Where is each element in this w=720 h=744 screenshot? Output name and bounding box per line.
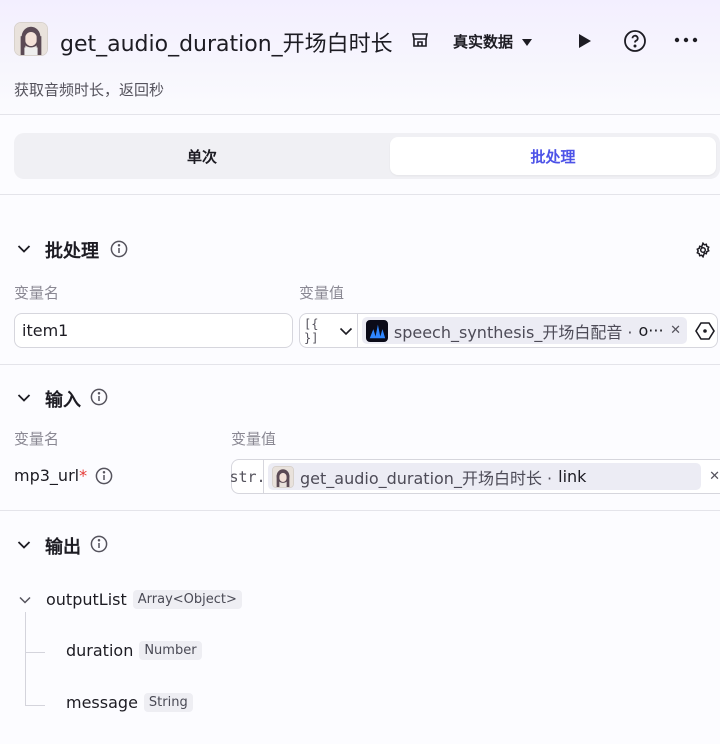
remove-reference-icon[interactable]: ✕ [670,323,681,338]
batch-item-name-input[interactable]: item1 [14,313,293,348]
info-icon[interactable] [110,240,128,258]
input-col-value-label: 变量值 [231,430,277,448]
output-field-name: message [66,693,138,712]
tree-connector [25,705,45,706]
variable-picker-icon[interactable] [693,319,717,343]
input-section-title: 输入 [45,390,81,411]
input-col-name-label: 变量名 [14,430,60,448]
node-avatar [272,465,294,488]
mp3-url-value-field[interactable]: str. get_audio_duration_开场白时长 · link ✕ [229,459,720,494]
collapse-chevron-icon[interactable] [14,240,34,258]
info-icon[interactable] [90,535,108,553]
divider [0,194,720,195]
output-field-name: outputList [46,590,127,609]
more-options-icon[interactable] [672,28,700,52]
output-section-title: 输出 [45,537,81,558]
reference-node-name: speech_synthesis_开场白配音 · [393,322,633,342]
tree-connector [25,612,26,706]
chevron-down-icon [339,321,353,340]
divider [0,364,720,365]
store-icon[interactable] [410,30,430,50]
run-play-icon[interactable] [572,29,596,53]
node-description: 获取音频时长，返回秒 [14,81,165,99]
output-field-type: String [143,693,193,712]
output-field-name: duration [66,641,134,660]
variable-reference-chip[interactable]: speech_synthesis_开场白配音 · o··· ✕ [361,317,688,344]
expand-chevron-icon[interactable] [17,593,33,607]
remove-reference-icon[interactable]: ✕ [709,469,720,484]
type-select[interactable]: str. [229,460,266,493]
batch-item-value-field[interactable]: [{ }] speech_synthesis_开场白配音 · o··· ✕ [299,313,718,348]
tab-batch[interactable]: 批处理 [390,137,716,175]
output-field-type: Number [139,641,202,660]
output-field-type: Array<Object> [132,590,242,609]
param-name-text: mp3_url [14,466,80,485]
help-icon[interactable] [622,28,648,54]
node-title: get_audio_duration_开场白时长 [60,32,393,57]
info-icon[interactable] [95,467,113,485]
reference-node-name: get_audio_duration_开场白时长 · [300,468,553,488]
array-type-icon: [{ }] [304,316,319,345]
batch-col-name-label: 变量名 [14,284,60,302]
batch-section-title: 批处理 [45,241,99,262]
reference-field-name: o··· [638,321,664,340]
mode-tabs: 单次 批处理 [14,133,720,179]
tree-connector [25,652,45,653]
batch-item-name-value: item1 [22,321,69,340]
divider [0,510,720,511]
tab-single[interactable]: 单次 [18,137,386,175]
required-mark: * [79,466,88,485]
caret-down-icon [521,33,533,51]
info-icon[interactable] [90,388,108,406]
settings-gear-icon[interactable] [694,241,712,259]
data-mode-label: 真实数据 [453,33,514,51]
string-type-icon: str. [229,467,266,486]
speech-node-icon [365,319,388,342]
variable-reference-chip[interactable]: get_audio_duration_开场白时长 · link [268,463,702,490]
collapse-chevron-icon[interactable] [14,389,34,407]
node-avatar [14,22,48,56]
param-name-mp3-url: mp3_url* [14,466,87,485]
data-mode-dropdown[interactable]: 真实数据 [453,31,533,52]
collapse-chevron-icon[interactable] [14,536,34,554]
output-tree-child: message String [66,693,193,712]
type-select[interactable]: [{ }] [300,314,358,347]
batch-col-value-label: 变量值 [299,284,345,302]
reference-field-name: link [558,467,587,486]
output-tree-child: duration Number [66,641,202,660]
output-tree-root: outputList Array<Object> [46,590,242,609]
